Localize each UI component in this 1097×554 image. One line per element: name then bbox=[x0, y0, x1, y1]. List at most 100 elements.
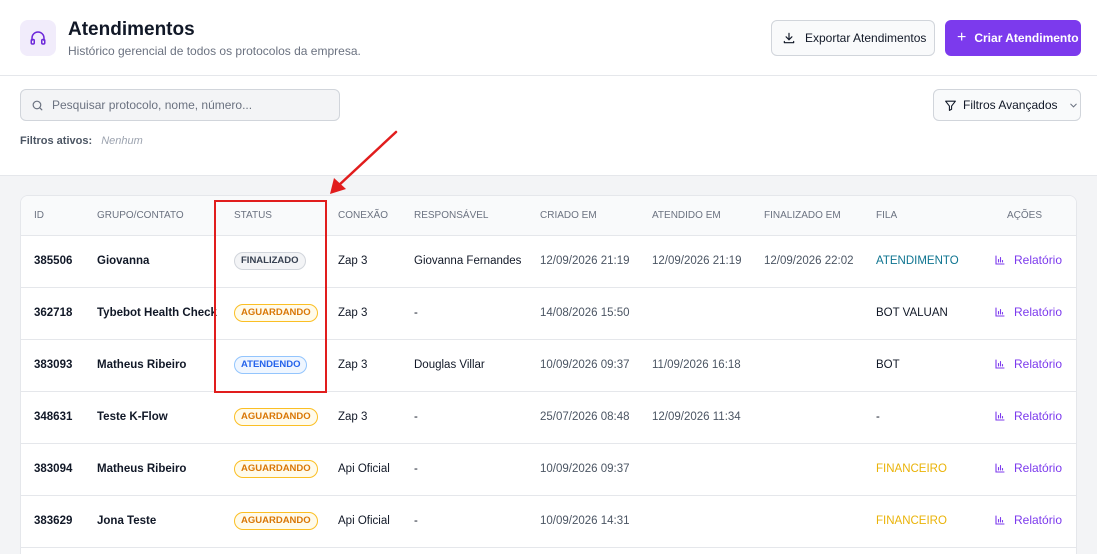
atendimentos-table: ID GRUPO/CONTATO STATUS CONEXÃO RESPONSÁ… bbox=[20, 195, 1077, 554]
column-header: AÇÕES bbox=[971, 196, 1076, 236]
table-header-row: ID GRUPO/CONTATO STATUS CONEXÃO RESPONSÁ… bbox=[21, 196, 1076, 236]
report-link[interactable]: Relatório bbox=[994, 305, 1062, 319]
row-queue: BOT VALUAN bbox=[876, 307, 948, 319]
table-row[interactable]: 383629 Jona Teste AGUARDANDO Api Oficial -10… bbox=[21, 495, 1076, 548]
search-box[interactable] bbox=[20, 89, 340, 121]
row-attended bbox=[639, 443, 751, 496]
search-input[interactable] bbox=[52, 98, 332, 112]
row-connection: Zap 3 bbox=[325, 339, 401, 392]
row-queue: - bbox=[876, 411, 880, 423]
row-actions: Relatório bbox=[971, 443, 1076, 496]
column-header[interactable]: FILA bbox=[863, 196, 971, 236]
row-connection: Zap 3 bbox=[325, 235, 401, 288]
report-link[interactable]: Relatório bbox=[994, 513, 1062, 527]
report-link-label: Relatório bbox=[1014, 305, 1063, 319]
bar-chart-icon bbox=[995, 307, 1005, 317]
row-queue-cell: FINANCEIRO bbox=[863, 443, 971, 496]
report-link[interactable]: Relatório bbox=[994, 357, 1062, 371]
row-responsible: Giovanna Fernandes bbox=[401, 235, 527, 288]
row-created: 10/09/2026 09:37 bbox=[527, 443, 639, 496]
column-header[interactable]: CRIADO EM bbox=[527, 196, 639, 236]
row-connection: Zap 3 bbox=[325, 287, 401, 340]
row-id: 383094 bbox=[21, 443, 84, 496]
report-link-label: Relatório bbox=[1014, 357, 1063, 371]
column-header[interactable]: CONEXÃO bbox=[325, 196, 401, 236]
row-finished bbox=[751, 287, 863, 340]
row-finished bbox=[751, 391, 863, 444]
table-row[interactable]: 383093 Matheus Ribeiro ATENDENDO Zap 3 Dougl… bbox=[21, 339, 1076, 392]
row-created: 10/09/2026 09:37 bbox=[527, 339, 639, 392]
report-link-label: Relatório bbox=[1014, 461, 1063, 475]
row-actions: Relatório bbox=[971, 339, 1076, 392]
row-queue-cell: BOT VALUAN bbox=[863, 287, 971, 340]
annotation-arrow bbox=[330, 130, 398, 194]
headset-icon bbox=[20, 20, 56, 56]
active-filters-label: Filtros ativos: bbox=[20, 135, 93, 147]
row-status-cell: AGUARDANDO bbox=[221, 391, 325, 444]
bar-chart-icon bbox=[995, 411, 1005, 421]
row-contact: Matheus Ribeiro bbox=[84, 443, 221, 496]
row-id: 383093 bbox=[21, 339, 84, 392]
row-attended: 12/09/2026 21:19 bbox=[639, 235, 751, 288]
table-row[interactable]: 362718 Tybebot Health Check AGUARDANDO Zap … bbox=[21, 287, 1076, 340]
row-finished: 12/09/2026 22:02 bbox=[751, 235, 863, 288]
export-button-label: Exportar Atendimentos bbox=[805, 31, 927, 45]
page-subtitle: Histórico gerencial de todos os protocol… bbox=[68, 44, 361, 58]
advanced-filters-button[interactable]: Filtros Avançados bbox=[933, 89, 1081, 121]
search-icon bbox=[32, 100, 43, 110]
row-actions: Relatório bbox=[971, 287, 1076, 340]
row-created: 12/09/2026 21:19 bbox=[527, 235, 639, 288]
row-responsible: - bbox=[401, 495, 527, 548]
row-id: 383629 bbox=[21, 495, 84, 548]
row-responsible: - bbox=[401, 443, 527, 496]
row-contact: Giovanna bbox=[84, 235, 221, 288]
row-id: 348631 bbox=[21, 391, 84, 444]
table-row[interactable]: 385506 Giovanna FINALIZADO Zap 3 Giovanna Fe… bbox=[21, 235, 1076, 288]
row-queue: FINANCEIRO bbox=[876, 515, 947, 527]
report-link-label: Relatório bbox=[1014, 253, 1063, 267]
column-header[interactable]: FINALIZADO EM bbox=[751, 196, 863, 236]
report-link[interactable]: Relatório bbox=[994, 461, 1062, 475]
bar-chart-icon bbox=[995, 255, 1005, 265]
active-filters: Filtros ativos: Nenhum bbox=[20, 135, 143, 147]
table-row[interactable]: 383094 Matheus Ribeiro AGUARDANDO Api Ofici… bbox=[21, 443, 1076, 496]
row-actions: Relatório bbox=[971, 495, 1076, 548]
download-icon bbox=[783, 32, 795, 44]
row-responsible: - bbox=[401, 391, 527, 444]
column-header[interactable]: GRUPO/CONTATO bbox=[84, 196, 221, 236]
filters-panel: Filtros Avançados Filtros ativos: Nenhum bbox=[0, 76, 1097, 176]
advanced-filters-label: Filtros Avançados bbox=[963, 98, 1058, 112]
column-header[interactable]: ID bbox=[21, 196, 84, 236]
column-header[interactable]: ATENDIDO EM bbox=[639, 196, 751, 236]
row-queue-cell: ATENDIMENTO bbox=[863, 235, 971, 288]
page-title: Atendimentos bbox=[68, 19, 195, 40]
active-filters-value: Nenhum bbox=[101, 135, 143, 147]
bar-chart-icon bbox=[995, 515, 1005, 525]
row-actions: Relatório bbox=[971, 391, 1076, 444]
row-contact: Matheus Ribeiro bbox=[84, 339, 221, 392]
status-badge: AGUARDANDO bbox=[234, 512, 318, 530]
report-link[interactable]: Relatório bbox=[994, 253, 1062, 267]
create-button-label: Criar Atendimento bbox=[974, 31, 1079, 45]
row-queue-cell: BOT bbox=[863, 339, 971, 392]
row-contact: Tybebot Health Check bbox=[84, 287, 221, 340]
bar-chart-icon bbox=[995, 359, 1005, 369]
column-header[interactable]: RESPONSÁVEL bbox=[401, 196, 527, 236]
row-queue: ATENDIMENTO bbox=[876, 255, 959, 267]
row-created: 14/08/2026 15:50 bbox=[527, 287, 639, 340]
report-link[interactable]: Relatório bbox=[994, 409, 1062, 423]
row-connection: Zap 3 bbox=[325, 391, 401, 444]
export-button[interactable]: Exportar Atendimentos bbox=[771, 20, 935, 56]
row-id: 385506 bbox=[21, 235, 84, 288]
row-id: 362718 bbox=[21, 287, 84, 340]
row-contact: Jona Teste bbox=[84, 495, 221, 548]
row-status-cell: AGUARDANDO bbox=[221, 495, 325, 548]
row-contact: Teste K-Flow bbox=[84, 391, 221, 444]
create-button[interactable]: + Criar Atendimento bbox=[945, 20, 1081, 56]
row-queue-cell: FINANCEIRO bbox=[863, 495, 971, 548]
row-finished bbox=[751, 443, 863, 496]
row-connection: Api Oficial bbox=[325, 443, 401, 496]
table-row[interactable]: 348631 Teste K-Flow AGUARDANDO Zap 3-25/07/… bbox=[21, 391, 1076, 444]
row-queue: FINANCEIRO bbox=[876, 463, 947, 475]
row-attended bbox=[639, 287, 751, 340]
